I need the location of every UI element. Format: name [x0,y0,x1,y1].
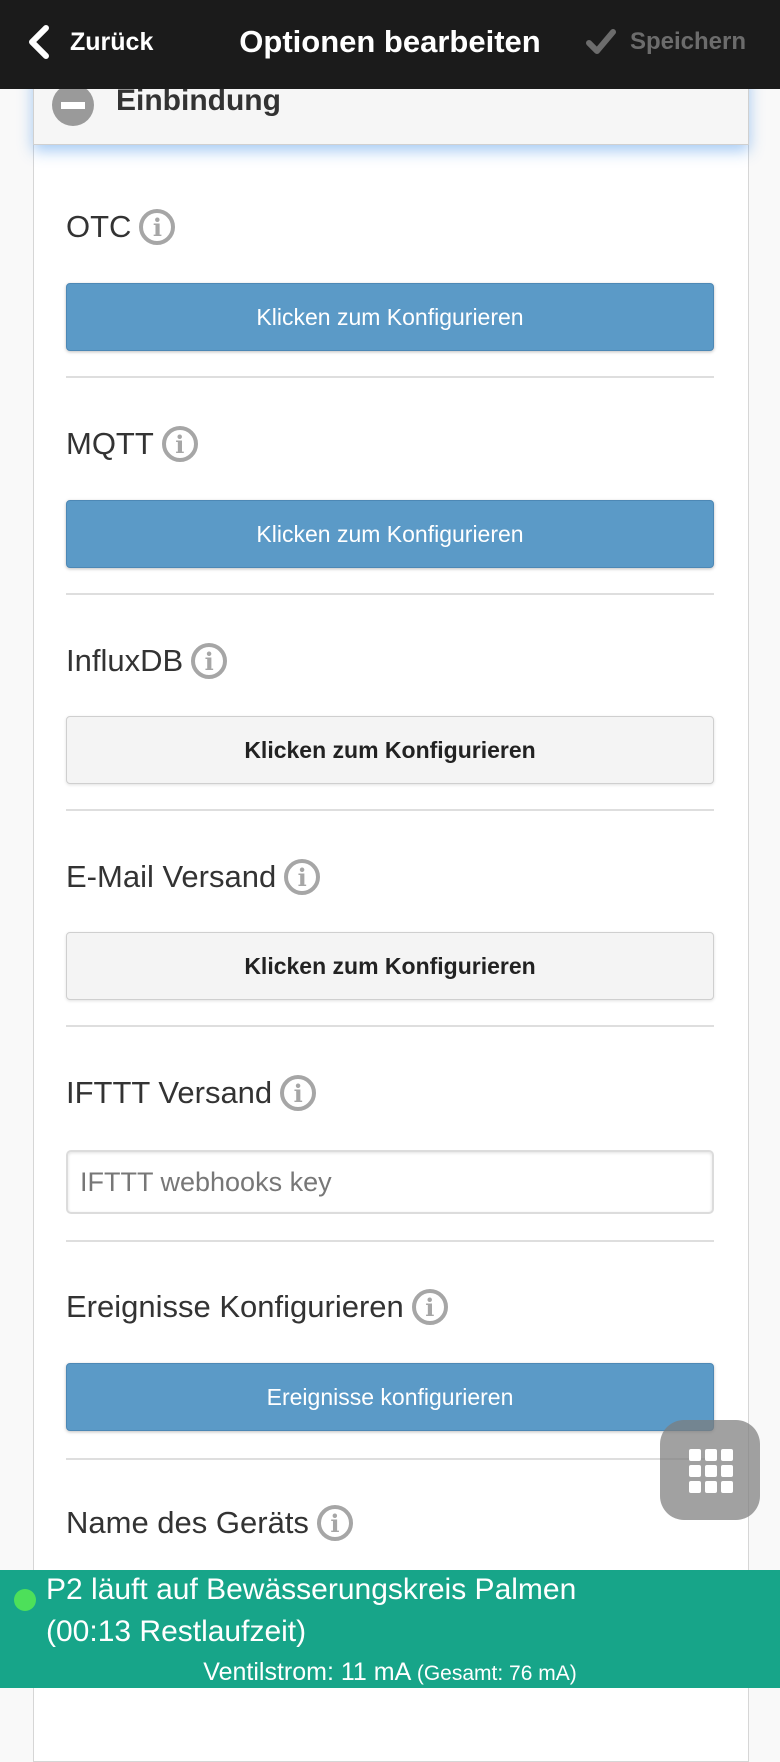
influxdb-configure-button[interactable]: Klicken zum Konfigurieren [66,716,714,784]
field-label-ifttt: IFTTT Versand [66,1075,273,1110]
divider [66,809,714,811]
status-program-text: P2 läuft auf Bewässerungskreis Palmen [46,1573,577,1606]
field-ifttt: IFTTT Versand i [66,1070,714,1214]
mqtt-configure-button[interactable]: Klicken zum Konfigurieren [66,500,714,568]
field-otc: OTC i Klicken zum Konfigurieren [66,204,714,351]
divider [66,1458,714,1460]
info-icon[interactable]: i [411,1289,448,1325]
page-title: Optionen bearbeiten [239,24,541,59]
divider [66,1025,714,1027]
chevron-left-icon [29,25,49,59]
info-icon[interactable]: i [284,859,321,895]
ifttt-key-input[interactable] [66,1150,714,1214]
info-icon[interactable]: i [316,1505,353,1541]
field-label-events: Ereignisse Konfigurieren [66,1289,404,1324]
info-icon[interactable]: i [161,426,198,462]
field-email: E-Mail Versand i Klicken zum Konfigurier… [66,854,714,1000]
events-configure-button[interactable]: Ereignisse konfigurieren [66,1363,714,1431]
back-label: Zurück [70,27,154,56]
save-button[interactable]: Speichern [585,20,746,64]
field-label-device-name: Name des Geräts [66,1505,309,1540]
field-events: Ereignisse Konfigurieren i Ereignisse ko… [66,1284,714,1431]
app-header: Zurück Optionen bearbeiten Speichern [0,0,780,89]
checkmark-icon [585,29,616,54]
info-icon[interactable]: i [139,209,176,245]
field-device-name: Name des Geräts i [66,1500,714,1546]
field-label-influxdb: InfluxDB [66,643,184,678]
divider [66,593,714,595]
otc-configure-button[interactable]: Klicken zum Konfigurieren [66,283,714,351]
status-indicator-icon [14,1589,36,1611]
divider [66,376,714,378]
info-icon[interactable]: i [280,1075,317,1111]
save-label: Speichern [629,28,746,55]
email-configure-button[interactable]: Klicken zum Konfigurieren [66,932,714,1000]
total-current-text: (Gesamt: 76 mA) [416,1662,577,1685]
collapse-minus-icon[interactable] [52,84,94,126]
field-mqtt: MQTT i Klicken zum Konfigurieren [66,421,714,568]
grid-icon [689,1449,733,1493]
divider [66,1240,714,1242]
status-current-line: Ventilstrom: 11 mA (Gesamt: 76 mA) [0,1658,780,1687]
status-bar: P2 läuft auf Bewässerungskreis Palmen (0… [0,1570,780,1688]
field-label-mqtt: MQTT [66,426,154,461]
apps-menu-button[interactable] [660,1420,760,1520]
back-button[interactable]: Zurück [24,20,153,64]
field-label-otc: OTC [66,209,132,244]
valve-current-text: Ventilstrom: 11 mA [203,1658,410,1686]
field-label-email: E-Mail Versand [66,859,277,894]
section-title: Einbindung [116,84,281,117]
info-icon[interactable]: i [191,643,228,679]
field-influxdb: InfluxDB i Klicken zum Konfigurieren [66,638,714,784]
status-remaining-text: (00:13 Restlaufzeit) [46,1615,307,1648]
